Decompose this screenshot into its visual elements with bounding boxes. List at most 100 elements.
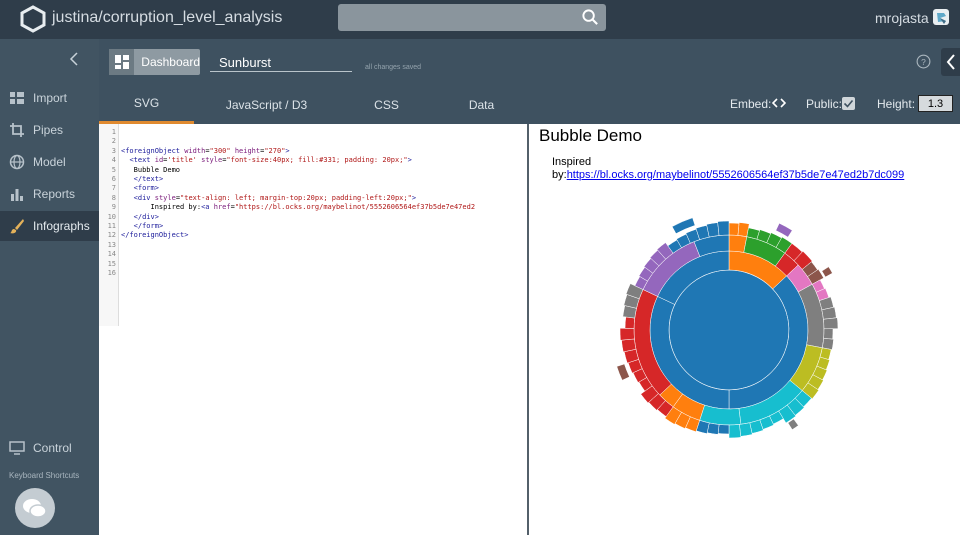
code-tabs-bar: SVG JavaScript / D3 CSS Data Embed: Publ… xyxy=(99,85,960,124)
sunburst-segment[interactable] xyxy=(728,222,740,236)
search-input[interactable] xyxy=(338,4,606,31)
pipes-crop-icon xyxy=(9,122,25,138)
line-number: 4 xyxy=(111,156,116,165)
dashboard-button[interactable]: Dashboard xyxy=(109,49,200,75)
line-number: 3 xyxy=(111,146,116,155)
tab-data[interactable]: Data xyxy=(434,85,529,124)
line-number: 8 xyxy=(111,193,116,202)
hexagon-logo-icon[interactable] xyxy=(20,5,46,33)
public-label: Public: xyxy=(806,97,843,111)
infograph-name-input[interactable] xyxy=(210,54,352,72)
sidebar-collapse-button[interactable] xyxy=(64,51,84,71)
sidebar-item-import[interactable]: Import xyxy=(0,83,99,113)
sidebar-item-model[interactable]: Model xyxy=(0,147,99,177)
sunburst-segment[interactable] xyxy=(739,422,753,437)
inspired-link[interactable]: https://bl.ocks.org/maybelinot/555260656… xyxy=(567,169,905,181)
sunburst-segment[interactable] xyxy=(624,316,636,329)
chevron-left-icon xyxy=(69,52,78,66)
inspired-prefix: Inspired xyxy=(552,156,592,168)
line-number: 1 xyxy=(111,128,116,136)
height-input[interactable] xyxy=(918,95,953,112)
code-line[interactable]: </text> xyxy=(121,175,164,183)
right-panel-toggle[interactable] xyxy=(941,48,960,76)
checkmark-icon xyxy=(843,99,854,108)
line-number: 15 xyxy=(107,259,116,268)
code-line[interactable]: </foreignObject> xyxy=(121,231,188,239)
line-number: 6 xyxy=(111,175,116,183)
sidebar-item-label: Import xyxy=(33,91,68,105)
embed-label: Embed: xyxy=(730,97,772,111)
sidebar-item-control[interactable]: Control xyxy=(0,433,99,463)
code-line[interactable]: <text id='title' style="font-size:40px; … xyxy=(121,156,411,164)
sunburst-segment[interactable] xyxy=(616,363,630,381)
keyboard-shortcuts-link[interactable]: Keyboard Shortcuts xyxy=(9,471,79,480)
line-number: 14 xyxy=(107,250,116,259)
line-number: 5 xyxy=(111,165,116,174)
line-number: 10 xyxy=(107,212,116,221)
preview-panel: Bubble Demo Inspired by:https://bl.ocks.… xyxy=(531,124,960,535)
sunburst-segment[interactable] xyxy=(619,328,635,341)
sidebar-item-infographs[interactable]: Infographs xyxy=(0,211,99,241)
code-line[interactable]: <foreignObject width="300" height="270"> xyxy=(121,147,290,155)
project-title[interactable]: justina/corruption_level_analysis xyxy=(52,9,282,27)
line-number-gutter: 1 2 3 4 5 6 7 8 9 10 11 12 13 14 15 16 xyxy=(99,124,119,326)
sidebar-item-label: Model xyxy=(33,155,66,169)
line-number: 11 xyxy=(107,222,116,230)
inspired-by-label: by: xyxy=(552,169,567,181)
sunburst-segment[interactable] xyxy=(717,424,730,435)
brush-icon xyxy=(9,218,25,234)
sunburst-segment[interactable] xyxy=(823,317,839,330)
search-icon[interactable] xyxy=(581,8,600,27)
globe-icon xyxy=(9,154,25,170)
svg-text:?: ? xyxy=(921,57,926,67)
sunburst-segment[interactable] xyxy=(621,338,637,353)
chat-bubbles-icon xyxy=(23,499,47,518)
monitor-icon xyxy=(9,440,25,456)
code-line[interactable]: <div style="text-align: left; margin-top… xyxy=(121,194,416,202)
help-icon[interactable]: ? xyxy=(916,54,931,69)
sidebar-item-label: Reports xyxy=(33,187,76,201)
sunburst-segment[interactable] xyxy=(717,220,730,236)
tab-javascript-d3[interactable]: JavaScript / D3 xyxy=(219,85,314,124)
line-number: 9 xyxy=(111,203,116,212)
dashboard-label: Dashboard xyxy=(141,55,200,69)
preview-title: Bubble Demo xyxy=(539,126,643,145)
top-bar: justina/corruption_level_analysis mrojas… xyxy=(0,0,960,39)
code-brackets-icon[interactable] xyxy=(772,96,786,110)
code-line[interactable]: <form> xyxy=(121,184,159,192)
username[interactable]: mrojasta xyxy=(875,10,929,26)
sunburst-center[interactable] xyxy=(668,269,790,391)
user-avatar-icon[interactable] xyxy=(931,7,951,27)
line-number: 16 xyxy=(107,269,116,277)
sidebar-item-label: Infographs xyxy=(33,219,90,233)
sidebar-item-pipes[interactable]: Pipes xyxy=(0,115,99,145)
sunburst-segment[interactable] xyxy=(728,424,742,439)
sidebar-item-label: Pipes xyxy=(33,123,64,137)
line-number: 2 xyxy=(111,137,116,146)
sunburst-segment[interactable] xyxy=(823,328,834,340)
code-editor[interactable]: 1 2 3 4 5 6 7 8 9 10 11 12 13 14 15 16 <foreignObject w… xyxy=(99,124,529,535)
code-line[interactable]: Inspired by:<a href="https://bl.ocks.org… xyxy=(121,203,476,211)
public-checkbox[interactable] xyxy=(842,97,855,110)
line-number: 13 xyxy=(107,240,116,249)
line-number: 12 xyxy=(107,231,116,240)
height-label: Height: xyxy=(877,97,916,111)
sunburst-chart[interactable] xyxy=(609,210,849,450)
code-line[interactable]: </form> xyxy=(121,222,164,230)
code-line[interactable]: </div> xyxy=(121,213,159,221)
sunburst-segment[interactable] xyxy=(821,266,833,278)
tab-svg[interactable]: SVG xyxy=(99,85,194,124)
code-line[interactable]: Bubble Demo xyxy=(121,166,180,174)
chat-button[interactable] xyxy=(15,488,55,528)
sidebar: Import Pipes Model Reports Infographs Co… xyxy=(0,39,99,535)
save-status: all changes saved xyxy=(365,64,422,71)
tab-css[interactable]: CSS xyxy=(339,85,434,124)
line-number: 7 xyxy=(111,184,116,193)
sidebar-item-reports[interactable]: Reports xyxy=(0,179,99,209)
sidebar-item-label: Control xyxy=(33,441,72,455)
sunburst-segment[interactable] xyxy=(775,222,793,238)
dashboard-icon xyxy=(109,49,135,75)
editor-toolbar: Dashboard all changes saved ? xyxy=(99,39,960,85)
import-grid-icon xyxy=(9,90,25,106)
inspired-text: Inspired by:https://bl.ocks.org/maybelin… xyxy=(552,156,904,182)
